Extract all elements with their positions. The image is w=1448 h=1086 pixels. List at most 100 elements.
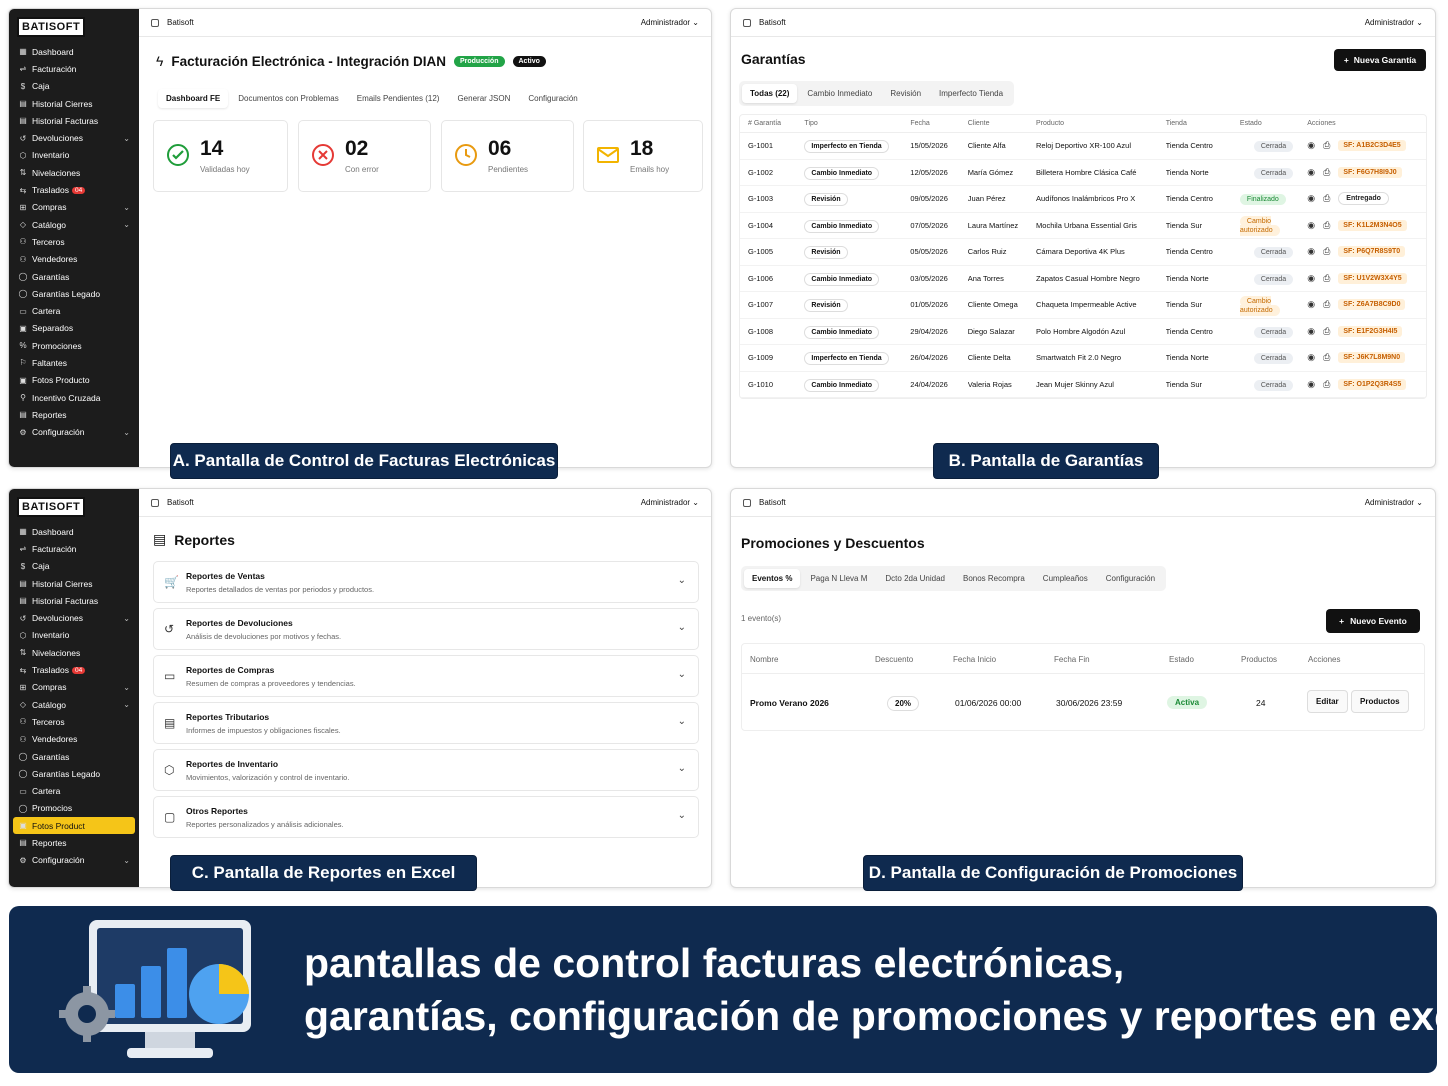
printer-icon[interactable]: ⎙ bbox=[1323, 352, 1330, 363]
printer-icon[interactable]: ⎙ bbox=[1323, 273, 1330, 284]
sidebar-item[interactable]: ↺ Devoluciones ⌄ bbox=[9, 129, 139, 146]
tab[interactable]: Generar JSON bbox=[449, 89, 518, 108]
sidebar-item[interactable]: ▣ Separados bbox=[9, 320, 139, 337]
report-card[interactable]: ⬡ Reportes de Inventario Movimientos, valo… bbox=[153, 749, 699, 791]
table-row[interactable]: G-1009 Imperfecto en Tienda 26/04/2026 Clie… bbox=[740, 345, 1426, 372]
sidebar-item[interactable]: ⚲ Incentivo Cruzada bbox=[9, 389, 139, 406]
sidebar-item[interactable]: ⇌ Facturación bbox=[9, 540, 139, 557]
sidebar-item[interactable]: ⚇ Vendedores bbox=[9, 251, 139, 268]
table-row[interactable]: G-1003 Revisión 09/05/2026 Juan Pérez Audífo… bbox=[740, 186, 1426, 213]
table-row[interactable]: G-1006 Cambio Inmediato 03/05/2026 Ana Torr… bbox=[740, 266, 1426, 292]
tab[interactable]: Configuración bbox=[520, 89, 585, 108]
sidebar-item[interactable]: ▤ Historial Cierres bbox=[9, 95, 139, 112]
table-row[interactable]: G-1005 Revisión 05/05/2026 Carlos Ruiz Cámar… bbox=[740, 239, 1426, 266]
sidebar-item[interactable]: ◯ Promocios bbox=[9, 800, 139, 817]
tab[interactable]: Cambio Inmediato bbox=[799, 84, 880, 103]
chevron-down-icon[interactable]: ⌄ bbox=[678, 810, 686, 821]
eye-icon[interactable]: ◉ bbox=[1307, 326, 1315, 337]
sidebar-item[interactable]: ▤ Historial Facturas bbox=[9, 592, 139, 609]
printer-icon[interactable]: ⎙ bbox=[1323, 246, 1330, 257]
sidebar-item[interactable]: ▤ Reportes bbox=[9, 406, 139, 423]
new-warranty-button[interactable]: + Nueva Garantía bbox=[1334, 49, 1426, 71]
edit-button[interactable]: Editar bbox=[1307, 690, 1348, 713]
sidebar-item[interactable]: ▤ Historial Cierres bbox=[9, 575, 139, 592]
table-row[interactable]: G-1008 Cambio Inmediato 29/04/2026 Diego Sa… bbox=[740, 319, 1426, 345]
chevron-down-icon[interactable]: ⌄ bbox=[678, 763, 686, 774]
sidebar-item[interactable]: ⇆ Traslados 04 bbox=[9, 181, 139, 198]
report-card[interactable]: ▤ Reportes Tributarios Informes de impuest… bbox=[153, 702, 699, 744]
sidebar-item[interactable]: ⚇ Terceros bbox=[9, 233, 139, 250]
products-button[interactable]: Productos bbox=[1351, 690, 1409, 713]
printer-icon[interactable]: ⎙ bbox=[1323, 379, 1330, 390]
eye-icon[interactable]: ◉ bbox=[1307, 299, 1315, 310]
sidebar-item[interactable]: ⬡ Inventario bbox=[9, 627, 139, 644]
sidebar-item[interactable]: ⚐ Faltantes bbox=[9, 354, 139, 371]
sidebar-item[interactable]: ⚇ Terceros bbox=[9, 713, 139, 730]
chevron-down-icon[interactable]: ⌄ bbox=[678, 622, 686, 633]
report-card[interactable]: ▢ Otros Reportes Reportes personalizados y… bbox=[153, 796, 699, 838]
sidebar-item[interactable]: ◯ Garantías Legado bbox=[9, 765, 139, 782]
table-row[interactable]: G-1004 Cambio Inmediato 07/05/2026 Laura Ma… bbox=[740, 213, 1426, 239]
sidebar-item[interactable]: ⊞ Compras ⌄ bbox=[9, 679, 139, 696]
tab[interactable]: Documentos con Problemas bbox=[230, 89, 347, 108]
sidebar-item[interactable]: ◯ Garantías bbox=[9, 748, 139, 765]
tab[interactable]: Paga N Lleva M bbox=[802, 569, 875, 588]
sidebar-item[interactable]: ⚙ Configuración ⌄ bbox=[9, 852, 139, 869]
sidebar-item[interactable]: ▦ Dashboard bbox=[9, 43, 139, 60]
sidebar-item[interactable]: ↺ Devoluciones ⌄ bbox=[9, 609, 139, 626]
sidebar-item[interactable]: ⬡ Inventario bbox=[9, 147, 139, 164]
printer-icon[interactable]: ⎙ bbox=[1323, 220, 1330, 231]
sidebar-item[interactable]: ◯ Garantías bbox=[9, 268, 139, 285]
printer-icon[interactable]: ⎙ bbox=[1323, 140, 1330, 151]
tab[interactable]: Dcto 2da Unidad bbox=[877, 569, 953, 588]
sidebar-item[interactable]: ◇ Catálogo ⌄ bbox=[9, 216, 139, 233]
eye-icon[interactable]: ◉ bbox=[1307, 193, 1315, 204]
new-event-button[interactable]: + Nuevo Evento bbox=[1326, 609, 1420, 633]
sidebar-item[interactable]: ⊞ Compras ⌄ bbox=[9, 199, 139, 216]
printer-icon[interactable]: ⎙ bbox=[1323, 167, 1330, 178]
tab[interactable]: Dashboard FE bbox=[158, 89, 229, 108]
sidebar-item[interactable]: ▤ Historial Facturas bbox=[9, 112, 139, 129]
sidebar-item[interactable]: ⚇ Vendedores bbox=[9, 731, 139, 748]
table-row[interactable]: G-1010 Cambio Inmediato 24/04/2026 Valeria … bbox=[740, 372, 1426, 398]
eye-icon[interactable]: ◉ bbox=[1307, 140, 1315, 151]
table-row[interactable]: G-1007 Revisión 01/05/2026 Cliente Omega Cha… bbox=[740, 292, 1426, 319]
tab[interactable]: Imperfecto Tienda bbox=[931, 84, 1011, 103]
report-card[interactable]: ▭ Reportes de Compras Resumen de compras a… bbox=[153, 655, 699, 697]
report-card[interactable]: 🛒 Reportes de Ventas Reportes detallados d… bbox=[153, 561, 699, 603]
sidebar-item[interactable]: ⇌ Facturación bbox=[9, 60, 139, 77]
user-menu[interactable]: Administrador ⌄ bbox=[1365, 498, 1423, 507]
sidebar-item[interactable]: ▣ Fotos Product bbox=[13, 817, 135, 835]
printer-icon[interactable]: ⎙ bbox=[1323, 326, 1330, 337]
sidebar-toggle-icon[interactable] bbox=[743, 498, 751, 507]
chevron-down-icon[interactable]: ⌄ bbox=[678, 575, 686, 586]
tab[interactable]: Emails Pendientes (12) bbox=[349, 89, 448, 108]
sidebar-item[interactable]: ⇆ Traslados 04 bbox=[9, 661, 139, 678]
sidebar-item[interactable]: ▤ Reportes bbox=[9, 834, 139, 851]
sidebar-item[interactable]: % Promociones bbox=[9, 337, 139, 354]
sidebar-item[interactable]: ▭ Cartera bbox=[9, 302, 139, 319]
sidebar-item[interactable]: ⇅ Nivelaciones bbox=[9, 164, 139, 181]
user-menu[interactable]: Administrador ⌄ bbox=[641, 18, 699, 27]
chevron-down-icon[interactable]: ⌄ bbox=[678, 669, 686, 680]
sidebar-item[interactable]: $ Caja bbox=[9, 78, 139, 95]
tab[interactable]: Revisión bbox=[882, 84, 929, 103]
sidebar-item[interactable]: ⚙ Configuración ⌄ bbox=[9, 424, 139, 441]
printer-icon[interactable]: ⎙ bbox=[1323, 299, 1330, 310]
table-row[interactable]: G-1001 Imperfecto en Tienda 15/05/2026 Clie… bbox=[740, 133, 1426, 160]
sidebar-item[interactable]: ▦ Dashboard bbox=[9, 523, 139, 540]
sidebar-item[interactable]: ▣ Fotos Producto bbox=[9, 372, 139, 389]
sidebar-item[interactable]: ⇅ Nivelaciones bbox=[9, 644, 139, 661]
report-card[interactable]: ↺ Reportes de Devoluciones Análisis de dev… bbox=[153, 608, 699, 650]
eye-icon[interactable]: ◉ bbox=[1307, 220, 1315, 231]
tab[interactable]: Todas (22) bbox=[742, 84, 798, 103]
sidebar-item[interactable]: ◯ Garantías Legado bbox=[9, 285, 139, 302]
eye-icon[interactable]: ◉ bbox=[1307, 246, 1315, 257]
eye-icon[interactable]: ◉ bbox=[1307, 167, 1315, 178]
eye-icon[interactable]: ◉ bbox=[1307, 352, 1315, 363]
tab[interactable]: Configuración bbox=[1098, 569, 1163, 588]
sidebar-toggle-icon[interactable] bbox=[151, 18, 159, 27]
sidebar-item[interactable]: $ Caja bbox=[9, 558, 139, 575]
eye-icon[interactable]: ◉ bbox=[1307, 273, 1315, 284]
eye-icon[interactable]: ◉ bbox=[1307, 379, 1315, 390]
